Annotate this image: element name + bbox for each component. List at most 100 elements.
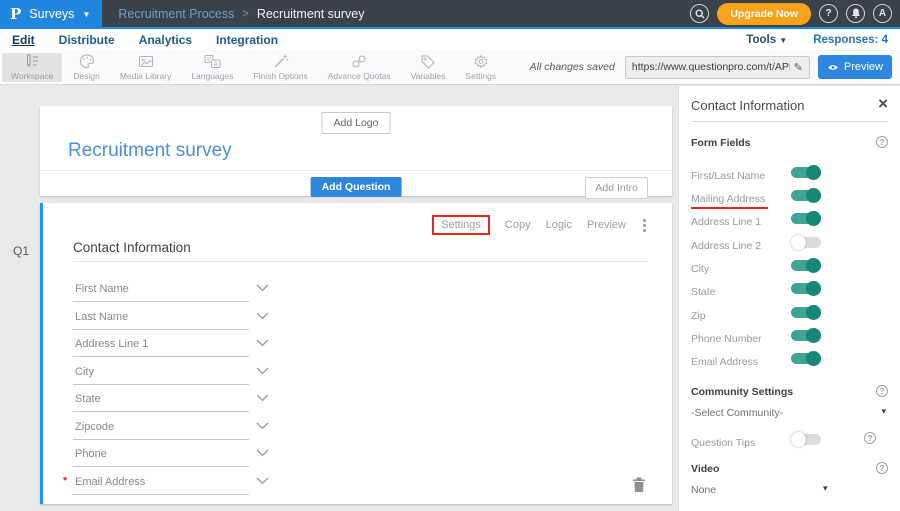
help-icon[interactable]: ? bbox=[864, 432, 876, 444]
toolbar-item-languages[interactable]: A Languages bbox=[182, 53, 242, 82]
toggle-row-state: State bbox=[691, 282, 888, 298]
toolbar-item-advance-quotas[interactable]: Advance Quotas bbox=[319, 53, 400, 82]
chevron-down-icon[interactable] bbox=[256, 312, 269, 320]
breadcrumb-separator: > bbox=[242, 8, 248, 20]
add-intro-button[interactable]: Add Intro bbox=[585, 177, 648, 199]
chevron-down-icon[interactable] bbox=[256, 284, 269, 292]
toolbar-item-design[interactable]: Design bbox=[64, 53, 108, 82]
toolbar-item-variables[interactable]: Variables bbox=[402, 53, 455, 82]
survey-header-card: Add Logo Recruitment survey Add Question… bbox=[40, 106, 672, 196]
close-icon[interactable]: × bbox=[878, 94, 888, 114]
toggle-address-line-2[interactable] bbox=[791, 237, 821, 248]
toggle-row-question-tips: Question Tips ? bbox=[691, 433, 888, 449]
toggle-state[interactable] bbox=[791, 283, 821, 294]
eye-icon bbox=[827, 63, 839, 72]
editor-toolbar: Workspace Design Media Library A Languag… bbox=[0, 50, 900, 85]
palette-icon bbox=[79, 54, 95, 69]
toggle-first-last-name[interactable] bbox=[791, 167, 821, 178]
chevron-down-icon[interactable] bbox=[256, 477, 269, 485]
help-icon[interactable]: ? bbox=[876, 136, 888, 148]
chevron-down-icon[interactable]: ▾ bbox=[823, 483, 828, 494]
video-heading: Video bbox=[691, 463, 719, 475]
question-title[interactable]: Contact Information bbox=[73, 240, 191, 255]
toggle-mailing-address[interactable] bbox=[791, 190, 821, 201]
toggle-row-address-line-1: Address Line 1 bbox=[691, 212, 888, 228]
field-row-phone: Phone bbox=[73, 444, 269, 472]
toggle-row-address-line-2: Address Line 2 bbox=[691, 236, 888, 252]
breadcrumb-parent[interactable]: Recruitment Process bbox=[118, 7, 234, 21]
product-switcher[interactable]: P Surveys ▼ bbox=[0, 0, 102, 27]
upgrade-now-button[interactable]: Upgrade Now bbox=[717, 3, 811, 25]
survey-subnav: Edit Distribute Analytics Integration To… bbox=[0, 29, 900, 50]
chevron-down-icon: ▼ bbox=[82, 10, 90, 19]
chevron-down-icon[interactable] bbox=[256, 339, 269, 347]
required-marker: * bbox=[63, 475, 67, 487]
question-logic-link[interactable]: Logic bbox=[546, 219, 572, 231]
field-row-city: City bbox=[73, 362, 269, 390]
tab-edit[interactable]: Edit bbox=[12, 33, 35, 47]
divider bbox=[691, 121, 888, 122]
toolbar-item-settings[interactable]: Settings bbox=[456, 53, 505, 82]
breadcrumb: Recruitment Process > Recruitment survey bbox=[118, 7, 364, 21]
help-icon[interactable]: ? bbox=[819, 4, 838, 23]
preview-button[interactable]: Preview bbox=[818, 55, 892, 79]
chevron-down-icon[interactable] bbox=[256, 394, 269, 402]
kebab-menu-icon[interactable] bbox=[641, 217, 648, 234]
toggle-zip[interactable] bbox=[791, 307, 821, 318]
tab-integration[interactable]: Integration bbox=[216, 33, 278, 47]
toolbar-item-media-library[interactable]: Media Library bbox=[111, 53, 181, 82]
autosave-status: All changes saved bbox=[530, 61, 615, 73]
question-copy-link[interactable]: Copy bbox=[505, 219, 531, 231]
toolbar-item-finish-options[interactable]: Finish Options bbox=[244, 53, 316, 82]
help-icon[interactable]: ? bbox=[876, 385, 888, 397]
tab-analytics[interactable]: Analytics bbox=[139, 33, 192, 47]
field-row-zipcode: Zipcode bbox=[73, 417, 269, 445]
questionpro-logo-icon: P bbox=[10, 5, 21, 23]
survey-title[interactable]: Recruitment survey bbox=[68, 140, 232, 162]
chevron-down-icon[interactable]: ▾ bbox=[881, 406, 886, 417]
chevron-down-icon[interactable] bbox=[256, 422, 269, 430]
add-logo-button[interactable]: Add Logo bbox=[322, 112, 391, 134]
help-icon[interactable]: ? bbox=[876, 462, 888, 474]
field-row-email-address: Email Address bbox=[73, 472, 269, 500]
question-preview-link[interactable]: Preview bbox=[587, 219, 626, 231]
field-row-state: State bbox=[73, 389, 269, 417]
responses-count[interactable]: Responses: 4 bbox=[813, 34, 888, 46]
question-settings-panel: Contact Information × Form Fields ? Firs… bbox=[678, 86, 900, 511]
toggle-row-email-address: Email Address bbox=[691, 352, 888, 368]
question-settings-link[interactable]: Settings bbox=[432, 215, 490, 235]
links-icon bbox=[351, 54, 367, 69]
question-number: Q1 bbox=[13, 244, 29, 258]
field-row-first-name: First Name bbox=[73, 279, 269, 307]
field-row-last-name: Last Name bbox=[73, 307, 269, 335]
survey-url-box: ✎ bbox=[625, 56, 810, 79]
chevron-down-icon: ▼ bbox=[779, 36, 787, 45]
field-row-address-line-1: Address Line 1 bbox=[73, 334, 269, 362]
edit-url-pencil-icon[interactable]: ✎ bbox=[792, 61, 809, 74]
chevron-down-icon[interactable] bbox=[256, 449, 269, 457]
toggle-row-phone-number: Phone Number bbox=[691, 329, 888, 345]
video-select[interactable]: None bbox=[691, 484, 716, 496]
add-question-button[interactable]: Add Question bbox=[311, 177, 402, 197]
chevron-down-icon[interactable] bbox=[256, 367, 269, 375]
toggle-row-first-last-name: First/Last Name bbox=[691, 166, 888, 182]
toggle-row-city: City bbox=[691, 259, 888, 275]
toolbar-item-workspace[interactable]: Workspace bbox=[2, 53, 62, 82]
avatar[interactable]: A bbox=[873, 4, 892, 23]
toggle-question-tips[interactable] bbox=[791, 434, 821, 445]
workspace-icon bbox=[24, 54, 40, 69]
toggle-email-address[interactable] bbox=[791, 353, 821, 364]
notifications-bell-icon[interactable] bbox=[846, 4, 865, 23]
translate-icon: A bbox=[204, 54, 221, 69]
wand-icon bbox=[273, 54, 289, 69]
community-select[interactable]: -Select Community- bbox=[691, 407, 783, 419]
delete-question-trash-icon[interactable] bbox=[632, 477, 646, 493]
tab-distribute[interactable]: Distribute bbox=[59, 33, 115, 47]
toggle-phone-number[interactable] bbox=[791, 330, 821, 341]
toggle-city[interactable] bbox=[791, 260, 821, 271]
toggle-address-line-1[interactable] bbox=[791, 213, 821, 224]
panel-title: Contact Information bbox=[691, 98, 804, 113]
tools-menu[interactable]: Tools ▼ bbox=[746, 34, 787, 46]
search-icon[interactable] bbox=[690, 4, 709, 23]
survey-url-input[interactable] bbox=[626, 61, 792, 73]
